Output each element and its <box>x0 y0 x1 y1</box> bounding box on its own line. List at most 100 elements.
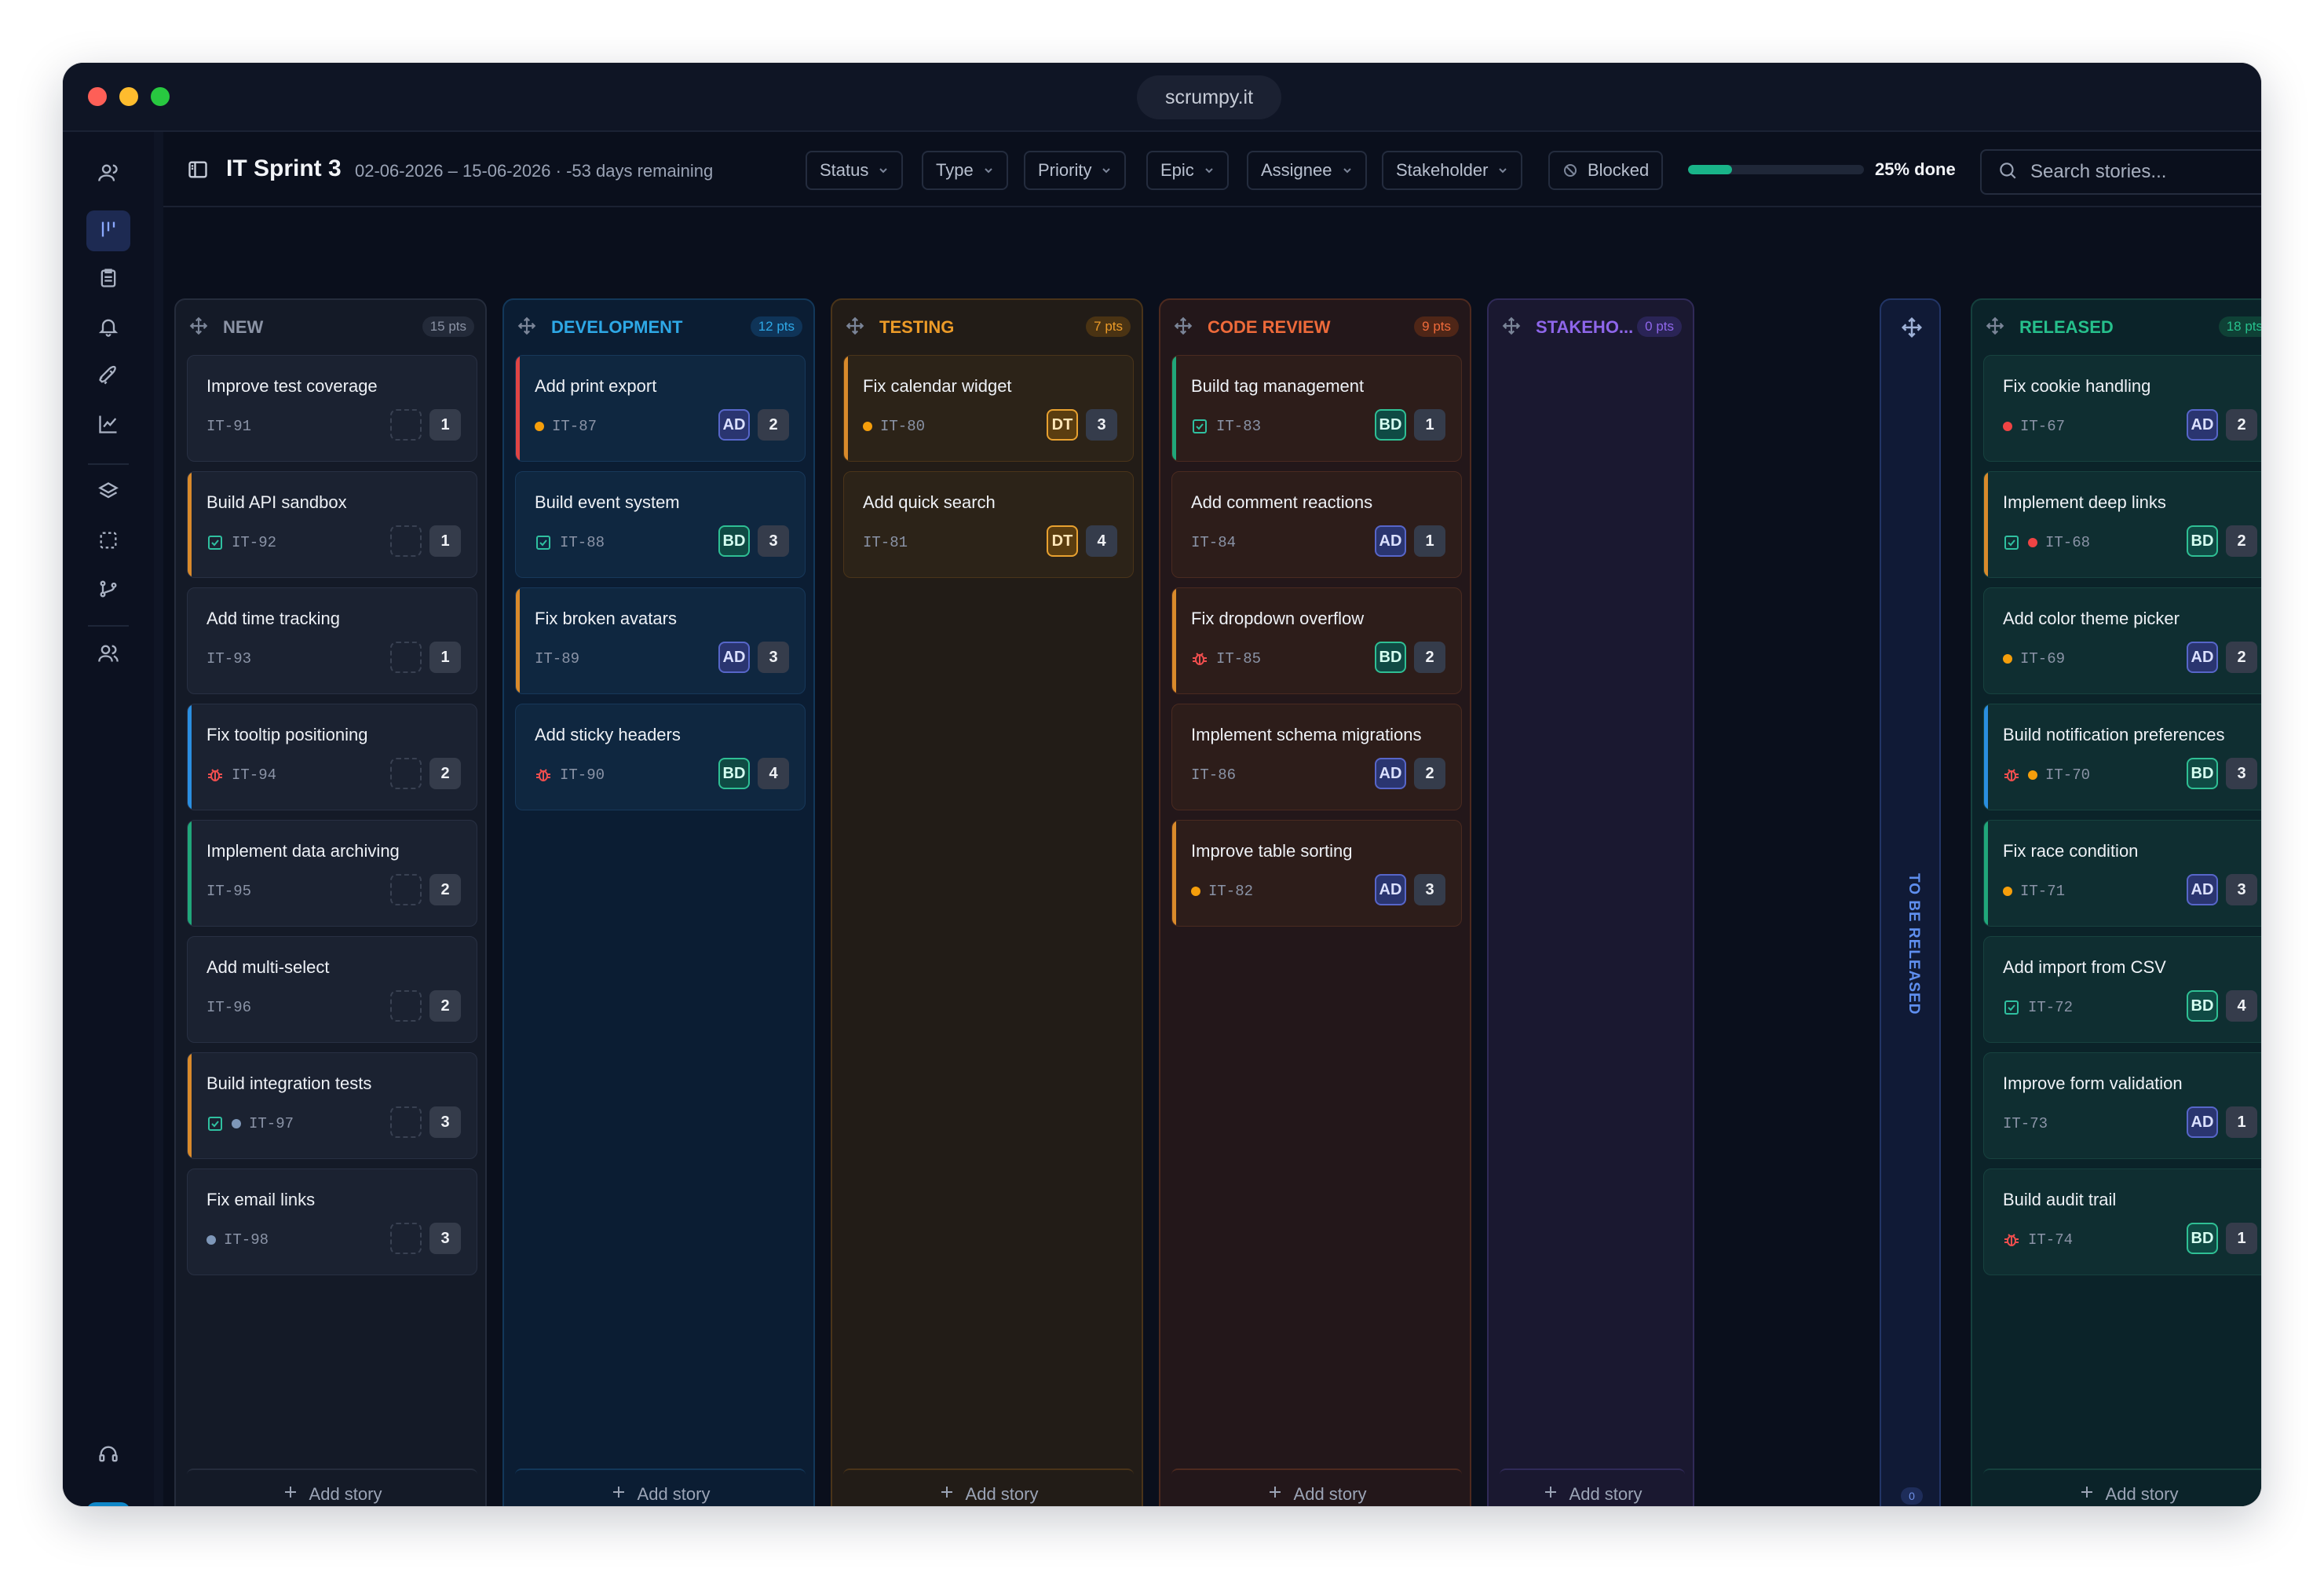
assign-user-placeholder[interactable] <box>390 642 422 673</box>
story-card[interactable]: Implement data archiving IT-95 2 <box>187 820 477 927</box>
story-card[interactable]: Build API sandbox IT-92 1 <box>187 471 477 578</box>
assignee-avatar[interactable]: AD <box>1375 525 1406 557</box>
rail-item-notifications[interactable] <box>86 308 130 349</box>
story-card[interactable]: Add multi-select IT-96 2 <box>187 936 477 1043</box>
drag-handle-icon[interactable] <box>1173 316 1193 336</box>
story-card[interactable]: Build notification preferences IT-70 BD 3 <box>1983 704 2261 810</box>
story-card[interactable]: Fix calendar widget IT-80 DT 3 <box>843 355 1134 462</box>
drag-handle-icon[interactable] <box>188 316 209 336</box>
assign-user-placeholder[interactable] <box>390 1106 422 1138</box>
story-card[interactable]: Implement schema migrations IT-86 AD 2 <box>1171 704 1462 810</box>
assignee-avatar[interactable]: BD <box>1375 409 1406 441</box>
filter-type[interactable]: Type <box>922 151 1008 190</box>
assignee-avatar[interactable]: BD <box>1375 642 1406 673</box>
filter-priority[interactable]: Priority <box>1024 151 1127 190</box>
add-story-button[interactable]: Add story <box>1983 1468 2261 1506</box>
story-card[interactable]: Add comment reactions IT-84 AD 1 <box>1171 471 1462 578</box>
story-card[interactable]: Build audit trail IT-74 BD 1 <box>1983 1169 2261 1275</box>
assignee-avatar[interactable]: AD <box>2187 642 2218 673</box>
assignee-avatar[interactable]: BD <box>2187 758 2218 789</box>
rail-item-board[interactable] <box>86 210 130 251</box>
search-box[interactable] <box>1980 149 2261 195</box>
story-card[interactable]: Improve test coverage IT-91 1 <box>187 355 477 462</box>
assign-user-placeholder[interactable] <box>390 1223 422 1254</box>
story-card[interactable]: Add quick search IT-81 DT 4 <box>843 471 1134 578</box>
story-card[interactable]: Fix dropdown overflow IT-85 BD 2 <box>1171 587 1462 694</box>
drag-handle-icon[interactable] <box>517 316 537 336</box>
story-card[interactable]: Build event system IT-88 BD 3 <box>515 471 806 578</box>
filter-stakeholder[interactable]: Stakeholder <box>1382 151 1523 190</box>
story-card[interactable]: Fix race condition IT-71 AD 3 <box>1983 820 2261 927</box>
assignee-avatar[interactable]: AD <box>2187 409 2218 441</box>
story-card[interactable]: Add print export IT-87 AD 2 <box>515 355 806 462</box>
rail-item-sprints[interactable] <box>86 521 130 562</box>
assignee-avatar[interactable]: BD <box>718 758 750 789</box>
rail-item-reports[interactable] <box>86 405 130 446</box>
rail-item-epics[interactable] <box>86 473 130 514</box>
story-points-badge: 3 <box>758 525 789 557</box>
story-card[interactable]: Improve table sorting IT-82 AD 3 <box>1171 820 1462 927</box>
assignee-avatar[interactable]: AD <box>2187 874 2218 905</box>
story-card[interactable]: Add time tracking IT-93 1 <box>187 587 477 694</box>
story-card[interactable]: Implement deep links IT-68 BD 2 <box>1983 471 2261 578</box>
assignee-avatar[interactable]: DT <box>1047 525 1078 557</box>
story-card[interactable]: Build integration tests IT-97 3 <box>187 1052 477 1159</box>
story-card[interactable]: Fix broken avatars IT-89 AD 3 <box>515 587 806 694</box>
drag-handle-icon[interactable] <box>1501 316 1522 336</box>
filter-label: Assignee <box>1261 160 1332 180</box>
story-title: Implement data archiving <box>206 841 400 861</box>
maximize-window-button[interactable] <box>151 87 170 106</box>
assignee-avatar[interactable]: AD <box>718 642 750 673</box>
assign-user-placeholder[interactable] <box>390 525 422 557</box>
assign-user-placeholder[interactable] <box>390 409 422 441</box>
rail-item-backlog[interactable] <box>86 259 130 300</box>
story-meta: IT-92 <box>206 532 276 554</box>
add-story-button[interactable]: Add story <box>1500 1468 1685 1506</box>
assignee-avatar[interactable]: AD <box>1375 874 1406 905</box>
assignee-avatar[interactable]: BD <box>2187 1223 2218 1254</box>
story-card[interactable]: Build tag management IT-83 BD 1 <box>1171 355 1462 462</box>
drag-handle-icon[interactable] <box>1985 316 2005 336</box>
add-story-button[interactable]: Add story <box>843 1468 1134 1506</box>
to-be-released-lane[interactable]: TO BE RELEASED 0 <box>1880 298 1941 1506</box>
assignee-avatar[interactable]: AD <box>1375 758 1406 789</box>
story-id: IT-69 <box>2020 650 2066 667</box>
filter-blocked[interactable]: Blocked <box>1548 151 1664 190</box>
story-card[interactable]: Add sticky headers IT-90 BD 4 <box>515 704 806 810</box>
story-meta: IT-91 <box>206 415 251 437</box>
story-card[interactable]: Add color theme picker IT-69 AD 2 <box>1983 587 2261 694</box>
assignee-avatar[interactable]: BD <box>718 525 750 557</box>
assignee-avatar[interactable]: DT <box>1047 409 1078 441</box>
user-avatar[interactable]: AD <box>86 1502 130 1506</box>
story-card[interactable]: Fix tooltip positioning IT-94 2 <box>187 704 477 810</box>
add-story-button[interactable]: Add story <box>1171 1468 1462 1506</box>
filter-label: Epic <box>1160 160 1194 180</box>
rail-item-people[interactable] <box>86 154 130 195</box>
assignee-avatar[interactable]: AD <box>2187 1106 2218 1138</box>
rail-item-support[interactable] <box>86 1436 130 1476</box>
expand-horizontal-icon[interactable] <box>1900 316 1924 339</box>
story-card[interactable]: Fix cookie handling IT-67 AD 2 <box>1983 355 2261 462</box>
close-window-button[interactable] <box>88 87 107 106</box>
story-card[interactable]: Fix email links IT-98 3 <box>187 1169 477 1275</box>
add-story-button[interactable]: Add story <box>187 1468 477 1506</box>
assign-user-placeholder[interactable] <box>390 874 422 905</box>
assignee-avatar[interactable]: BD <box>2187 990 2218 1022</box>
drag-handle-icon[interactable] <box>845 316 865 336</box>
filter-status[interactable]: Status <box>806 151 904 190</box>
add-story-button[interactable]: Add story <box>515 1468 806 1506</box>
rail-item-branches[interactable] <box>86 570 130 611</box>
story-card[interactable]: Improve form validation IT-73 AD 1 <box>1983 1052 2261 1159</box>
assignee-avatar[interactable]: BD <box>2187 525 2218 557</box>
minimize-window-button[interactable] <box>119 87 138 106</box>
assign-user-placeholder[interactable] <box>390 758 422 789</box>
rail-item-team[interactable] <box>86 635 130 675</box>
story-card[interactable]: Add import from CSV IT-72 BD 4 <box>1983 936 2261 1043</box>
sidebar-toggle-button[interactable] <box>187 159 209 181</box>
search-input[interactable] <box>2030 161 2261 183</box>
rail-item-releases[interactable] <box>86 357 130 397</box>
assign-user-placeholder[interactable] <box>390 990 422 1022</box>
filter-epic[interactable]: Epic <box>1146 151 1229 190</box>
filter-assignee[interactable]: Assignee <box>1247 151 1367 190</box>
assignee-avatar[interactable]: AD <box>718 409 750 441</box>
